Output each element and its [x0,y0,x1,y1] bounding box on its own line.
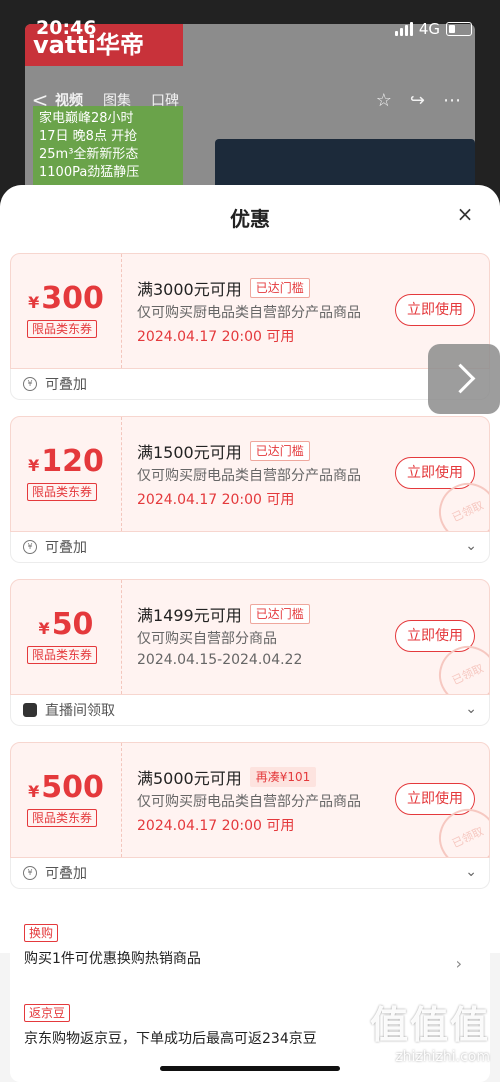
chevron-right-icon [445,363,476,394]
floating-next-button[interactable] [428,344,500,414]
threshold-badge: 已达门槛 [249,278,310,298]
live-icon [23,703,37,717]
share-icon[interactable]: ↪ [410,90,425,111]
home-indicator[interactable] [160,1066,340,1071]
coupon-type-tag: 限品类东券 [27,483,98,501]
battery-icon [446,22,472,36]
exchange-offer[interactable]: 换购 购买1件可优惠换购热销商品 › [24,922,476,973]
coupon-scope: 仅可购买厨电品类自营部分产品商品 [137,794,361,810]
chevron-down-icon[interactable]: ⌄ [465,701,477,717]
coin-icon: ¥ [23,377,37,391]
coupon-card: ¥500 限品类东券 满5000元可用 再凑¥101 仅可购买厨电品类自营部分产品… [10,742,490,889]
coupon-type-tag: 限品类东券 [27,809,98,827]
more-icon[interactable]: ⋯ [443,90,461,111]
chevron-down-icon[interactable]: ⌄ [465,864,477,880]
jingdou-text: 京东购物返京豆，下单成功后最高可返234京豆 [24,1031,317,1047]
coupon-amount: ¥300 [28,281,104,316]
coupon-card: ¥120 限品类东券 满1500元可用 已达门槛 仅可购买厨电品类自营部分产品商品… [10,416,490,563]
background-nav-bar: < 视频 图集 口碑 ☆ ↪ ⋯ [25,82,475,118]
tab-reviews[interactable]: 口碑 [151,90,179,110]
coupon-footer[interactable]: 直播间领取 ⌄ [10,695,490,726]
coupon-condition: 满1499元可用 已达门槛 [137,602,310,626]
coin-icon: ¥ [23,866,37,880]
threshold-badge: 已达门槛 [249,604,310,624]
coupon-footer-label: 可叠加 [45,540,87,556]
coin-icon: ¥ [23,540,37,554]
watermark-url: zhizhizhi.com [395,1049,490,1065]
coupon-list: ¥300 限品类东券 满3000元可用 已达门槛 仅可购买厨电品类自营部分产品商品… [0,243,500,953]
exchange-tag: 换购 [24,924,59,942]
coupon-scope: 仅可购买厨电品类自营部分产品商品 [137,305,361,321]
coupon-condition: 满5000元可用 再凑¥101 [137,765,317,789]
network-label: 4G [418,20,440,38]
chevron-right-icon[interactable]: › [456,954,462,973]
jingdou-offer: 返京豆 京东购物返京豆，下单成功后最高可返234京豆 [24,1002,317,1048]
coupon-date: 2024.04.17 20:00 可用 [137,492,295,508]
coupon-footer-label: 可叠加 [45,377,87,393]
jingdou-tag: 返京豆 [24,1004,71,1022]
chevron-down-icon[interactable]: ⌄ [465,538,477,554]
coupon-amount: ¥120 [28,444,104,479]
use-now-button[interactable]: 立即使用 [395,294,475,326]
signal-icon [394,22,413,36]
coupon-date: 2024.04.17 20:00 可用 [137,818,295,834]
exchange-text: 购买1件可优惠换购热销商品 [24,951,201,967]
coupon-footer[interactable]: ¥ 可叠加 ⌄ [10,532,490,563]
coupon-amount: ¥500 [28,770,104,805]
coupon-footer-label: 可叠加 [45,866,87,882]
coupon-footer[interactable]: ¥ 可叠加 ⌄ [10,858,490,889]
coupon-amount: ¥50 [38,607,94,642]
tab-gallery[interactable]: 图集 [103,90,131,110]
coupon-scope: 仅可购买厨电品类自营部分产品商品 [137,468,361,484]
sheet-header: 优惠 × [0,185,500,243]
coupon-type-tag: 限品类东券 [27,320,98,338]
coupon-card: ¥300 限品类东券 满3000元可用 已达门槛 仅可购买厨电品类自营部分产品商品… [10,253,490,400]
star-icon[interactable]: ☆ [376,90,392,111]
status-time: 20:46 [36,17,97,39]
watermark: 值值值 zhizhizhi.com [350,994,490,1074]
tab-video[interactable]: 视频 [55,90,83,110]
threshold-badge: 已达门槛 [249,441,310,461]
coupon-footer: ¥ 可叠加 [10,369,490,400]
sheet-title: 优惠 [230,207,270,231]
coupon-scope: 仅可购买自营部分商品 [137,631,277,647]
coupon-condition: 满1500元可用 已达门槛 [137,439,310,463]
coupon-card: ¥50 限品类东券 满1499元可用 已达门槛 仅可购买自营部分商品 2024.0… [10,579,490,726]
coupon-condition: 满3000元可用 已达门槛 [137,276,310,300]
watermark-logo: 值值值 [369,1003,490,1047]
coupon-date: 2024.04.17 20:00 可用 [137,329,295,345]
coupon-date: 2024.04.15-2024.04.22 [137,652,303,668]
back-icon[interactable]: < [25,88,55,112]
close-icon[interactable]: × [454,203,476,225]
threshold-badge: 再凑¥101 [249,767,317,787]
coupon-type-tag: 限品类东券 [27,646,98,664]
coupon-footer-label: 直播间领取 [45,703,115,719]
status-bar: 20:46 4G [0,0,500,40]
